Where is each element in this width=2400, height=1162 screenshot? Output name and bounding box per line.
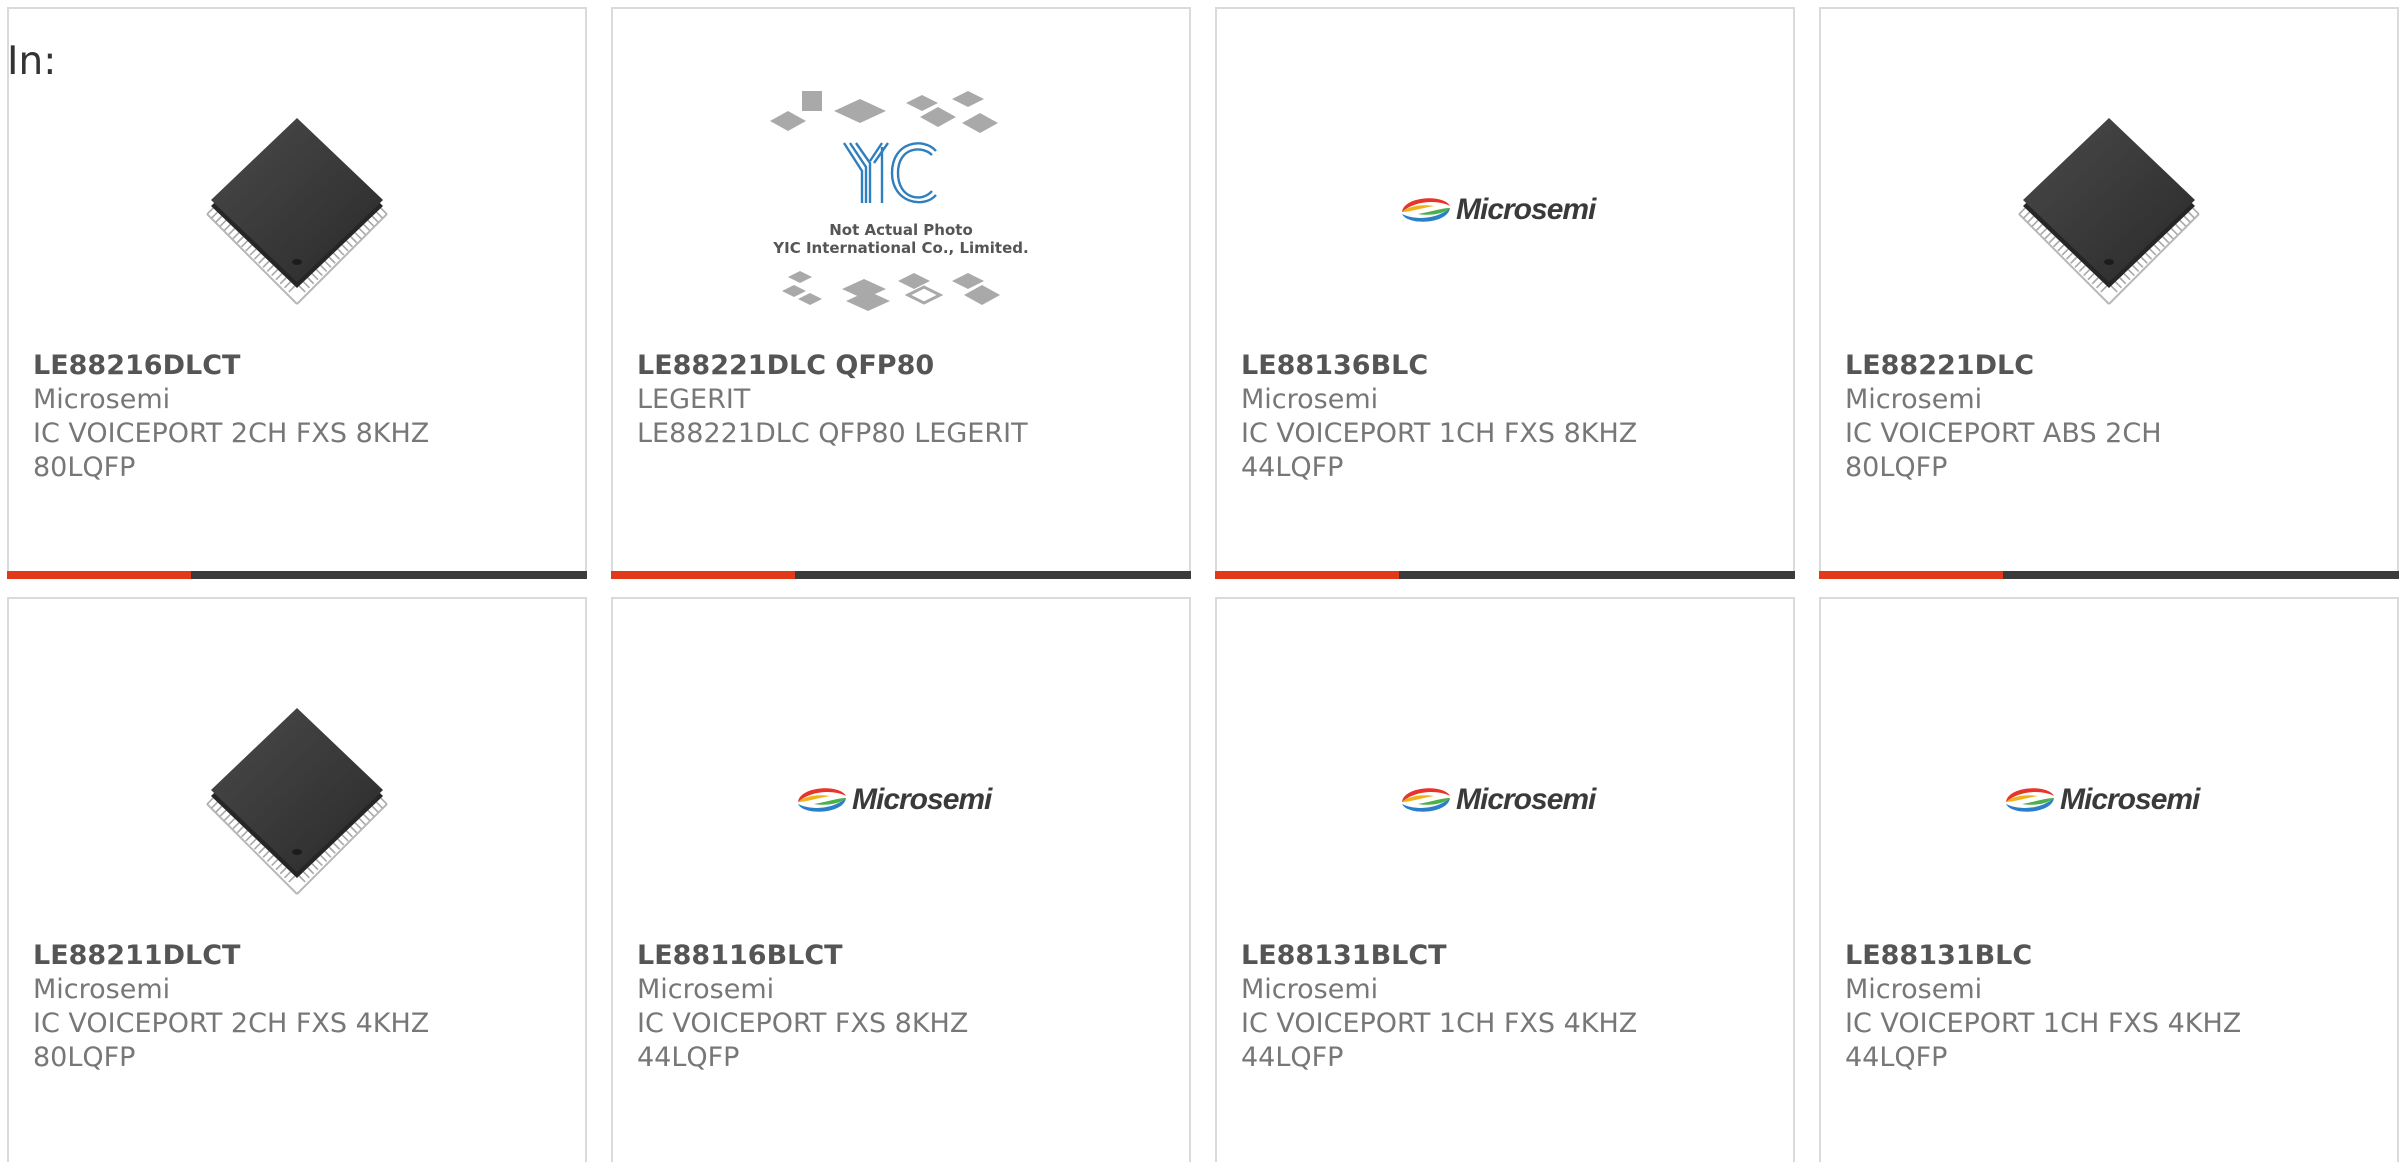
product-card[interactable]: Microsemi LE88136BLC Microsemi IC VOICEPORT… <box>1215 7 1795 579</box>
product-info: LE88221DLC QFP80 LEGERIT LE88221DLC QFP80 … <box>637 349 1169 451</box>
product-image <box>2009 110 2209 310</box>
manufacturer: Microsemi <box>1241 384 1379 415</box>
placeholder-line2: YIC International Co., Limited. <box>772 239 1028 257</box>
part-number-link[interactable]: LE88116BLCT <box>637 939 1169 973</box>
product-info: LE88131BLC Microsemi IC VOICEPORT 1CH FXS … <box>1845 939 2377 1075</box>
description: IC VOICEPORT 2CH FXS 4KHZ 80LQFP <box>33 1008 430 1073</box>
description: IC VOICEPORT ABS 2CH 80LQFP <box>1845 418 2162 483</box>
logo-text: Microsemi <box>2060 783 2201 816</box>
manufacturer: LEGERIT <box>637 384 751 415</box>
manufacturer: Microsemi <box>1845 974 1983 1005</box>
product-image-area[interactable] <box>1821 75 2397 345</box>
filter-label: In: <box>7 39 57 84</box>
microsemi-logo: Microsemi <box>1402 193 1598 226</box>
product-image-area[interactable]: Not Actual Photo YIC International Co., L… <box>613 75 1189 345</box>
description: IC VOICEPORT 2CH FXS 8KHZ 80LQFP <box>33 418 430 483</box>
description: IC VOICEPORT 1CH FXS 8KHZ 44LQFP <box>1241 418 1638 483</box>
product-info: LE88216DLCT Microsemi IC VOICEPORT 2CH FXS… <box>33 349 565 485</box>
part-number-link[interactable]: LE88221DLC QFP80 <box>637 349 1169 383</box>
card-bottom-bar <box>1215 571 1795 579</box>
description: IC VOICEPORT FXS 8KHZ 44LQFP <box>637 1008 969 1073</box>
description: LE88221DLC QFP80 LEGERIT <box>637 418 1028 449</box>
card-bottom-bar <box>1819 571 2399 579</box>
manufacturer: Microsemi <box>33 974 171 1005</box>
product-info: LE88211DLCT Microsemi IC VOICEPORT 2CH FXS… <box>33 939 565 1075</box>
part-number-link[interactable]: LE88221DLC <box>1845 349 2377 383</box>
placeholder-image: Not Actual PhotoYIC International Co., L… <box>770 91 1029 311</box>
product-card[interactable]: Microsemi LE88116BLCT Microsemi IC VOICEPOR… <box>611 597 1191 1162</box>
card-accent-bar <box>7 571 191 579</box>
product-image <box>197 110 397 310</box>
card-bottom-bar <box>611 571 1191 579</box>
product-image-area[interactable]: Microsemi <box>1217 75 1793 345</box>
description: IC VOICEPORT 1CH FXS 4KHZ 44LQFP <box>1241 1008 1638 1073</box>
description: IC VOICEPORT 1CH FXS 4KHZ 44LQFP <box>1845 1008 2242 1073</box>
product-image-area[interactable]: Microsemi <box>1217 665 1793 935</box>
product-card[interactable]: Microsemi LE88131BLCT Microsemi IC VOICEPOR… <box>1215 597 1795 1162</box>
part-number-link[interactable]: LE88136BLC <box>1241 349 1773 383</box>
product-card[interactable]: Microsemi LE88131BLC Microsemi IC VOICEPORT… <box>1819 597 2399 1162</box>
product-info: LE88221DLC Microsemi IC VOICEPORT ABS 2CH … <box>1845 349 2377 485</box>
product-image-area[interactable] <box>9 665 585 935</box>
card-accent-bar <box>1215 571 1399 579</box>
product-info: LE88131BLCT Microsemi IC VOICEPORT 1CH FXS… <box>1241 939 1773 1075</box>
product-image-area[interactable]: Microsemi <box>1821 665 2397 935</box>
microsemi-logo: Microsemi <box>798 783 994 816</box>
part-number-link[interactable]: LE88216DLCT <box>33 349 565 383</box>
manufacturer: Microsemi <box>1241 974 1379 1005</box>
part-number-link[interactable]: LE88211DLCT <box>33 939 565 973</box>
part-number-link[interactable]: LE88131BLCT <box>1241 939 1773 973</box>
logo-text: Microsemi <box>1456 193 1597 226</box>
product-card[interactable]: LE88211DLCT Microsemi IC VOICEPORT 2CH FXS… <box>7 597 587 1162</box>
product-grid-page: In: LE88216DLCT Microsemi IC VOICEPORT 2CH… <box>0 0 2400 1162</box>
product-info: LE88116BLCT Microsemi IC VOICEPORT FXS 8KH… <box>637 939 1169 1075</box>
microsemi-logo: Microsemi <box>2006 783 2202 816</box>
card-accent-bar <box>611 571 795 579</box>
qfp-chip-icon <box>206 708 388 895</box>
qfp-chip-icon <box>206 118 388 305</box>
microsemi-logo: Microsemi <box>1402 783 1598 816</box>
product-image-area[interactable]: Microsemi <box>613 665 1189 935</box>
card-accent-bar <box>1819 571 2003 579</box>
placeholder-line1: Not Actual Photo <box>829 221 973 239</box>
product-image-area[interactable] <box>9 75 585 345</box>
part-number-link[interactable]: LE88131BLC <box>1845 939 2377 973</box>
manufacturer: Microsemi <box>1845 384 1983 415</box>
product-image <box>197 700 397 900</box>
card-bottom-bar <box>7 571 587 579</box>
qfp-chip-icon <box>2018 118 2200 305</box>
product-card[interactable]: LE88216DLCT Microsemi IC VOICEPORT 2CH FXS… <box>7 7 587 579</box>
logo-text: Microsemi <box>1456 783 1597 816</box>
manufacturer: Microsemi <box>33 384 171 415</box>
product-card[interactable]: LE88221DLC Microsemi IC VOICEPORT ABS 2CH … <box>1819 7 2399 579</box>
product-info: LE88136BLC Microsemi IC VOICEPORT 1CH FXS … <box>1241 349 1773 485</box>
product-grid: LE88216DLCT Microsemi IC VOICEPORT 2CH FXS… <box>7 7 2399 1162</box>
manufacturer: Microsemi <box>637 974 775 1005</box>
logo-text: Microsemi <box>852 783 993 816</box>
product-card[interactable]: Not Actual Photo YIC International Co., L… <box>611 7 1191 579</box>
